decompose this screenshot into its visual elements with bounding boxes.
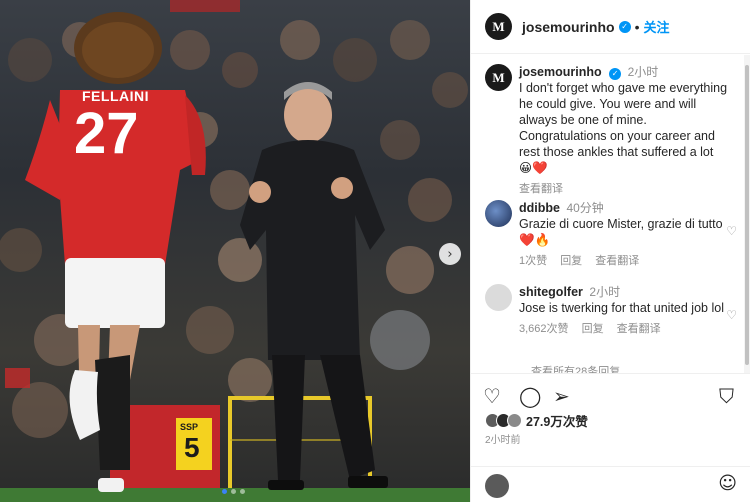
commenter-avatar[interactable] [485,200,512,227]
comment-text: Jose is twerking for that united job lol [519,301,724,315]
comment-icon[interactable]: ◯ [519,384,541,408]
comment-time: 2小时 [589,285,621,299]
scrollbar-thumb[interactable] [745,65,749,365]
comment-item: ddibbe 40分钟 Grazie di cuore Mister, graz… [485,200,737,268]
post-side-panel: M josemourinho ✓ • 关注 M josemourinho ✓ 2… [470,0,750,502]
avatar-letter: M [492,69,505,85]
author-avatar[interactable]: M [485,13,512,40]
header-separator: • [634,18,640,35]
action-icons-row: ♡ ◯ ➢ ⛉ [483,384,739,408]
caption-comment: M josemourinho ✓ 2小时 I don't forget who … [485,64,737,196]
sign-number: 5 [184,432,200,463]
add-comment-bar[interactable]: ☺ [471,466,750,502]
bookmark-icon[interactable]: ⛉ [719,384,734,408]
sign-text: SSP [180,422,199,432]
send-icon[interactable]: ➢ [553,384,570,408]
comment-username[interactable]: ddibbe [519,201,560,215]
post-photo[interactable]: FELLAINI 27 SSP 5 › [0,0,470,502]
reply-button[interactable]: 回复 [560,255,582,267]
carousel-next-button[interactable]: › [439,243,461,265]
verified-badge-icon: ✓ [609,68,622,80]
caption-time: 2小时 [627,65,659,79]
heart-outline-icon[interactable]: ♡ [483,384,501,408]
commenter-avatar[interactable] [485,284,512,311]
smile-icon[interactable]: ☺ [718,473,737,494]
comment-text: Grazie di cuore Mister, grazie di tutto❤… [519,217,723,247]
verified-badge-icon: ✓ [618,20,631,33]
comment-time: 40分钟 [566,201,604,215]
caption-avatar[interactable]: M [485,64,512,91]
author-username[interactable]: josemourinho [522,19,615,35]
caption-translate-link[interactable]: 查看翻译 [519,183,563,195]
liker-avatar [507,413,522,428]
translate-link[interactable]: 查看翻译 [617,323,661,335]
jersey-number: 27 [74,101,139,166]
comment-like-heart-icon[interactable]: ♡ [726,224,737,238]
carousel-dot[interactable] [222,489,227,494]
post-actions: ♡ ◯ ➢ ⛉ 27.9万次赞 2小时前 ☺ [471,373,750,502]
comments-scrollbar[interactable] [744,55,750,373]
likes-count[interactable]: 27.9万次赞 [526,411,588,430]
comment-username[interactable]: shitegolfer [519,285,583,299]
caption-emojis: 😀❤️ [519,160,548,175]
likes-row[interactable]: 27.9万次赞 [485,411,588,430]
comment-like-heart-icon[interactable]: ♡ [726,308,737,322]
comment-likes[interactable]: 3,662次赞 [519,323,569,335]
caption-text: I don't forget who gave me everything he… [519,81,728,159]
reply-button[interactable]: 回复 [582,323,604,335]
carousel-dot[interactable] [231,489,236,494]
current-user-avatar [485,474,509,498]
photo-illustration [0,0,470,502]
follow-button[interactable]: 关注 [643,17,669,36]
comment-likes[interactable]: 1次赞 [519,255,547,267]
post-header: M josemourinho ✓ • 关注 [471,0,750,54]
post-time: 2小时前 [485,435,521,446]
chevron-right-icon: › [447,246,453,262]
view-more-replies[interactable]: 查看所有28条回复 [531,363,620,373]
carousel-dot[interactable] [240,489,245,494]
comment-item: shitegolfer 2小时 Jose is twerking for tha… [485,284,737,336]
avatar-letter: M [492,18,505,34]
carousel-dots [222,489,245,494]
comments-list[interactable]: M josemourinho ✓ 2小时 I don't forget who … [471,55,750,373]
translate-link[interactable]: 查看翻译 [595,255,639,267]
caption-username[interactable]: josemourinho [519,65,602,79]
